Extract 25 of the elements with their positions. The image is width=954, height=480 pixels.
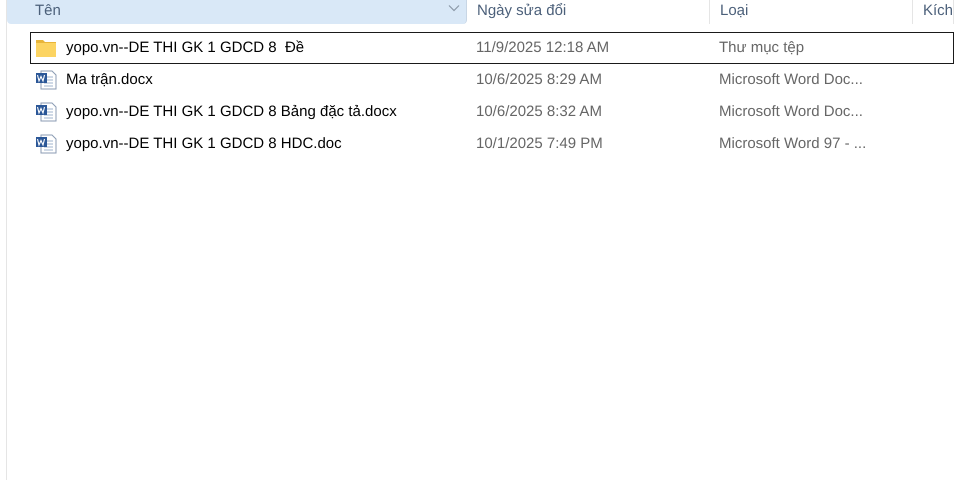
file-type: Thư mục tệp <box>719 38 804 56</box>
modified-date: 10/6/2025 8:32 AM <box>476 102 602 120</box>
file-row[interactable]: yopo.vn--DE THI GK 1 GDCD 8 Đề 11/9/2025 12:18 AM Thư mục tệp <box>30 32 954 64</box>
modified-date: 11/9/2025 12:18 AM <box>476 38 610 56</box>
word-document-icon <box>35 70 57 90</box>
word-document-icon <box>35 102 57 122</box>
file-row[interactable]: yopo.vn--DE THI GK 1 GDCD 8 HDC.doc 10/1/2025 7:49 PM Microsoft Word 97 - ... <box>30 128 954 160</box>
word-document-icon <box>35 134 57 154</box>
file-row[interactable]: Ma trận.docx 10/6/2025 8:29 AM Microsoft Word Doc... <box>30 64 954 96</box>
modified-date: 10/6/2025 8:29 AM <box>476 70 602 88</box>
file-name: Ma trận.docx <box>66 70 153 90</box>
file-name: yopo.vn--DE THI GK 1 GDCD 8 Đề <box>66 38 304 58</box>
column-header[interactable]: Loại <box>710 0 913 24</box>
file-type: Microsoft Word Doc... <box>719 70 863 88</box>
column-header[interactable]: Ngày sửa đổi <box>467 0 710 24</box>
column-header[interactable]: Kích <box>913 0 954 24</box>
file-type: Microsoft Word Doc... <box>719 102 863 120</box>
column-header[interactable]: Tên <box>7 0 467 24</box>
modified-date: 10/1/2025 7:49 PM <box>476 134 603 152</box>
file-row[interactable]: yopo.vn--DE THI GK 1 GDCD 8 Bảng đặc tả.docx 10/6/2025 8:32 AM Microsoft Word Doc... <box>30 96 954 128</box>
file-type: Microsoft Word 97 - ... <box>719 134 866 152</box>
file-name: yopo.vn--DE THI GK 1 GDCD 8 HDC.doc <box>66 134 342 154</box>
file-name: yopo.vn--DE THI GK 1 GDCD 8 Bảng đặc tả.docx <box>66 102 397 122</box>
folder-icon <box>35 38 57 58</box>
chevron-icon <box>448 4 460 12</box>
